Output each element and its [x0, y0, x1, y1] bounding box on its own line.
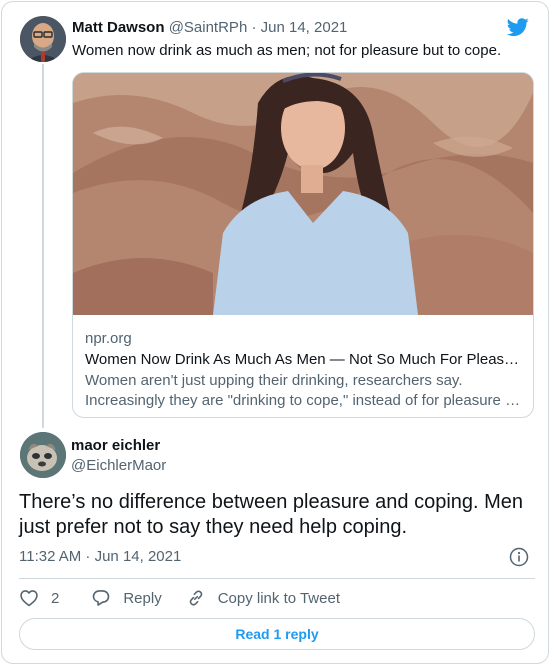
link-title[interactable]: Women Now Drink As Much As Men — Not So … — [85, 351, 523, 368]
meta-separator: · — [251, 19, 257, 36]
link-description: Women aren't just upping their drinking,… — [85, 371, 523, 411]
link-description-line1: Women aren't just upping their drinking,… — [85, 372, 463, 389]
speech-bubble-icon — [93, 590, 110, 606]
heart-icon — [20, 590, 38, 607]
article-photo[interactable] — [73, 73, 533, 315]
link-description-line2: Increasingly they are "drinking to cope,… — [85, 392, 523, 409]
tweet-embed-card: Matt Dawson @SaintRPh · Jun 14, 2021 Wom… — [1, 1, 549, 664]
reply-button[interactable]: Reply — [91, 588, 162, 608]
link-icon — [189, 590, 203, 606]
reply-author-handle[interactable]: @EichlerMaor — [71, 457, 166, 474]
copy-link-button[interactable]: Copy link to Tweet — [186, 588, 340, 608]
action-bar: 2 Reply Copy link to Tweet — [19, 586, 340, 610]
author-handle[interactable]: @SaintRPh — [169, 19, 248, 36]
like-count: 2 — [51, 589, 60, 607]
tweet-text: Women now drink as much as men; not for … — [72, 42, 502, 59]
link-domain: npr.org — [85, 330, 132, 347]
info-icon[interactable] — [509, 547, 529, 567]
author-name[interactable]: Matt Dawson — [72, 19, 165, 36]
link-preview-card[interactable]: npr.org Women Now Drink As Much As Men —… — [72, 72, 534, 418]
like-button[interactable]: 2 — [19, 588, 59, 608]
tweet-header: Matt Dawson @SaintRPh · Jun 14, 2021 — [72, 19, 347, 36]
read-replies-button[interactable]: Read 1 reply — [19, 618, 535, 650]
copy-link-label: Copy link to Tweet — [217, 589, 340, 607]
reply-author-name[interactable]: maor eichler — [71, 437, 160, 454]
thread-connector-line — [42, 64, 44, 428]
avatar-matt-dawson[interactable] — [20, 16, 66, 62]
reply-timestamp[interactable]: 11:32 AM · Jun 14, 2021 — [19, 548, 181, 565]
avatar-maor-eichler[interactable] — [20, 432, 66, 478]
reply-tweet-text: There’s no difference between pleasure a… — [19, 491, 524, 538]
tweet-date[interactable]: Jun 14, 2021 — [261, 19, 348, 36]
twitter-bird-icon[interactable] — [506, 16, 530, 38]
divider — [19, 578, 535, 579]
reply-label: Reply — [123, 589, 162, 607]
